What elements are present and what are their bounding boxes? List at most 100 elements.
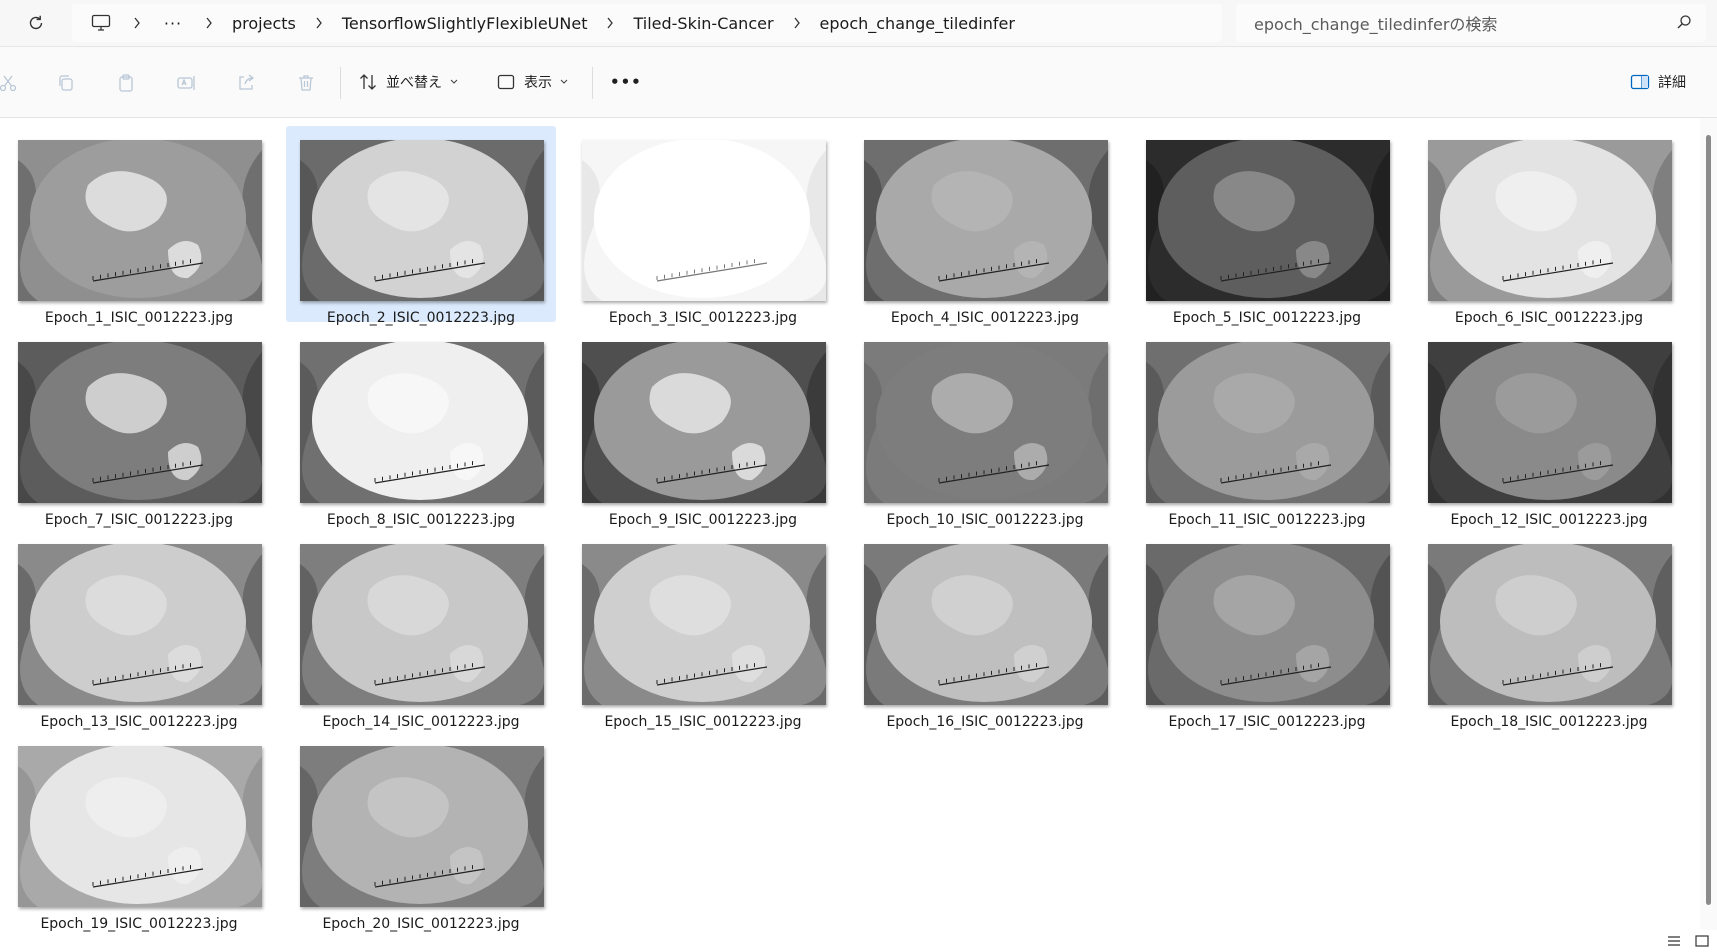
details-pane-icon xyxy=(1630,74,1650,90)
file-item[interactable]: Epoch_19_ISIC_0012223.jpg xyxy=(4,732,274,932)
view-button[interactable]: 表示 xyxy=(496,65,568,99)
image-thumbnail xyxy=(300,342,544,503)
file-name-label[interactable]: Epoch_16_ISIC_0012223.jpg xyxy=(850,714,1120,730)
trash-icon xyxy=(299,75,313,91)
file-name-label[interactable]: Epoch_11_ISIC_0012223.jpg xyxy=(1132,512,1402,528)
image-thumbnail xyxy=(300,140,544,301)
file-name-label[interactable]: Epoch_4_ISIC_0012223.jpg xyxy=(850,310,1120,326)
refresh-icon xyxy=(29,15,43,30)
image-thumbnail xyxy=(582,544,826,705)
details-view-button[interactable] xyxy=(1665,932,1683,950)
chevron-right-icon[interactable] xyxy=(188,17,230,29)
file-item[interactable]: Epoch_7_ISIC_0012223.jpg xyxy=(4,328,274,528)
file-item[interactable]: Epoch_9_ISIC_0012223.jpg xyxy=(568,328,838,528)
details-label: 詳細 xyxy=(1658,75,1686,91)
chevron-right-icon[interactable] xyxy=(776,17,818,29)
image-thumbnail xyxy=(582,140,826,301)
image-thumbnail xyxy=(300,746,544,907)
file-item[interactable]: Epoch_8_ISIC_0012223.jpg xyxy=(286,328,556,528)
image-thumbnail xyxy=(300,544,544,705)
image-thumbnail xyxy=(18,746,262,907)
vertical-scrollbar-track[interactable] xyxy=(1700,118,1717,930)
file-item[interactable]: Epoch_12_ISIC_0012223.jpg xyxy=(1414,328,1684,528)
breadcrumb-item-current-folder[interactable]: epoch_change_tiledinfer xyxy=(818,14,1017,33)
address-bar-row: ··· projects TensorflowSlightlyFlexibleU… xyxy=(0,0,1717,47)
file-item[interactable]: Epoch_20_ISIC_0012223.jpg xyxy=(286,732,556,932)
rename-button[interactable] xyxy=(172,69,200,97)
command-bar: 並べ替え 表示 ••• 詳細 xyxy=(0,47,1717,118)
file-name-label[interactable]: Epoch_8_ISIC_0012223.jpg xyxy=(286,512,556,528)
image-thumbnail xyxy=(1146,544,1390,705)
refresh-button[interactable] xyxy=(20,7,52,39)
file-item[interactable]: Epoch_6_ISIC_0012223.jpg xyxy=(1414,126,1684,326)
file-name-label[interactable]: Epoch_15_ISIC_0012223.jpg xyxy=(568,714,838,730)
file-item[interactable]: Epoch_11_ISIC_0012223.jpg xyxy=(1132,328,1402,528)
file-name-label[interactable]: Epoch_6_ISIC_0012223.jpg xyxy=(1414,310,1684,326)
chevron-down-icon xyxy=(560,79,568,84)
copy-button[interactable] xyxy=(52,69,80,97)
file-item[interactable]: Epoch_14_ISIC_0012223.jpg xyxy=(286,530,556,730)
sort-button[interactable]: 並べ替え xyxy=(358,65,458,99)
breadcrumb-item-projects[interactable]: projects xyxy=(230,14,298,33)
more-options-button[interactable]: ••• xyxy=(610,65,642,99)
file-item[interactable]: Epoch_4_ISIC_0012223.jpg xyxy=(850,126,1120,326)
delete-button[interactable] xyxy=(292,69,320,97)
chevron-right-icon[interactable] xyxy=(298,17,340,29)
file-item[interactable]: Epoch_15_ISIC_0012223.jpg xyxy=(568,530,838,730)
file-item[interactable]: Epoch_13_ISIC_0012223.jpg xyxy=(4,530,274,730)
file-name-label[interactable]: Epoch_9_ISIC_0012223.jpg xyxy=(568,512,838,528)
chevron-right-icon[interactable] xyxy=(589,17,631,29)
file-item[interactable]: Epoch_16_ISIC_0012223.jpg xyxy=(850,530,1120,730)
view-label: 表示 xyxy=(524,75,552,91)
scissors-icon xyxy=(0,75,17,92)
file-name-label[interactable]: Epoch_1_ISIC_0012223.jpg xyxy=(4,310,274,326)
file-item[interactable]: Epoch_2_ISIC_0012223.jpg xyxy=(286,126,556,326)
file-item[interactable]: Epoch_17_ISIC_0012223.jpg xyxy=(1132,530,1402,730)
file-item[interactable]: Epoch_18_ISIC_0012223.jpg xyxy=(1414,530,1684,730)
file-name-label[interactable]: Epoch_10_ISIC_0012223.jpg xyxy=(850,512,1120,528)
file-name-label[interactable]: Epoch_3_ISIC_0012223.jpg xyxy=(568,310,838,326)
share-button[interactable] xyxy=(232,69,260,97)
view-layout-icon xyxy=(497,74,515,90)
file-item[interactable]: Epoch_5_ISIC_0012223.jpg xyxy=(1132,126,1402,326)
image-thumbnail xyxy=(1428,544,1672,705)
this-pc-crumb[interactable] xyxy=(86,8,116,38)
breadcrumb-item-unet[interactable]: TensorflowSlightlyFlexibleUNet xyxy=(340,14,590,33)
breadcrumb: ··· projects TensorflowSlightlyFlexibleU… xyxy=(72,4,1222,42)
large-icons-view-button[interactable] xyxy=(1693,932,1711,950)
file-name-label[interactable]: Epoch_14_ISIC_0012223.jpg xyxy=(286,714,556,730)
sort-arrows-icon xyxy=(360,74,376,90)
file-name-label[interactable]: Epoch_12_ISIC_0012223.jpg xyxy=(1414,512,1684,528)
thumbnail-view-icon xyxy=(1695,935,1709,947)
clipboard-icon xyxy=(119,74,133,92)
search-input[interactable]: epoch_change_tiledinferの検索 xyxy=(1254,11,1497,35)
search-icon[interactable] xyxy=(1676,14,1692,30)
file-name-label[interactable]: Epoch_18_ISIC_0012223.jpg xyxy=(1414,714,1684,730)
sort-label: 並べ替え xyxy=(386,75,442,91)
file-item[interactable]: Epoch_3_ISIC_0012223.jpg xyxy=(568,126,838,326)
cut-button[interactable] xyxy=(0,69,22,97)
scrollbar-thumb[interactable] xyxy=(1706,135,1711,905)
file-item[interactable]: Epoch_1_ISIC_0012223.jpg xyxy=(4,126,274,326)
file-name-label[interactable]: Epoch_17_ISIC_0012223.jpg xyxy=(1132,714,1402,730)
image-thumbnail xyxy=(864,140,1108,301)
file-name-label[interactable]: Epoch_13_ISIC_0012223.jpg xyxy=(4,714,274,730)
chevron-down-icon xyxy=(450,79,458,84)
breadcrumb-item-tiled-skin-cancer[interactable]: Tiled-Skin-Cancer xyxy=(631,14,775,33)
details-pane-button[interactable]: 詳細 xyxy=(1630,65,1686,99)
file-name-label[interactable]: Epoch_20_ISIC_0012223.jpg xyxy=(286,916,556,932)
file-grid: Epoch_1_ISIC_0012223.jpg Epoch_2_ISIC_00… xyxy=(0,118,1700,932)
file-item[interactable]: Epoch_10_ISIC_0012223.jpg xyxy=(850,328,1120,528)
paste-button[interactable] xyxy=(112,69,140,97)
image-thumbnail xyxy=(18,140,262,301)
file-name-label[interactable]: Epoch_7_ISIC_0012223.jpg xyxy=(4,512,274,528)
file-name-label[interactable]: Epoch_2_ISIC_0012223.jpg xyxy=(286,310,556,326)
chevron-right-icon[interactable] xyxy=(116,17,158,29)
breadcrumb-overflow-button[interactable]: ··· xyxy=(158,14,188,33)
file-name-label[interactable]: Epoch_19_ISIC_0012223.jpg xyxy=(4,916,274,932)
rename-icon xyxy=(177,76,195,90)
image-thumbnail xyxy=(864,544,1108,705)
separator xyxy=(592,67,593,99)
search-box[interactable]: epoch_change_tiledinferの検索 xyxy=(1236,4,1706,42)
file-name-label[interactable]: Epoch_5_ISIC_0012223.jpg xyxy=(1132,310,1402,326)
